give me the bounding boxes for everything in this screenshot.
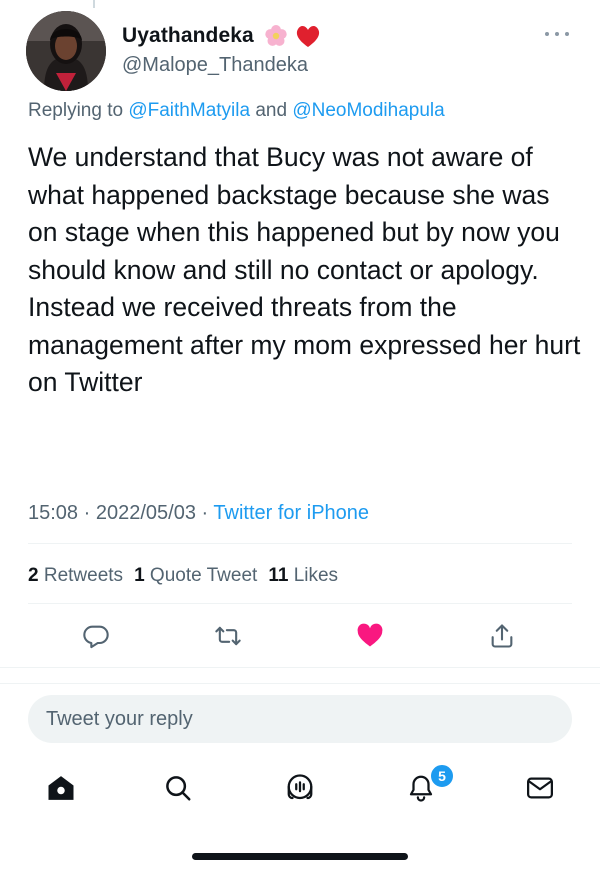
divider: [28, 543, 572, 544]
retweets-count: 2: [28, 565, 39, 586]
tweet-text: We understand that Bucy was not aware of…: [28, 142, 581, 397]
tab-messages[interactable]: [522, 770, 558, 806]
reply-user-link[interactable]: @NeoModihapula: [292, 100, 444, 121]
tweet-date[interactable]: 2022/05/03: [96, 502, 196, 524]
home-icon: [48, 776, 74, 800]
avatar[interactable]: [26, 11, 106, 91]
replying-to-prefix: Replying to: [28, 100, 124, 121]
replying-to-connector: and: [255, 100, 288, 121]
reply-user-link[interactable]: @FaithMatyila: [128, 100, 250, 121]
tweet-meta: 15:08 · 2022/05/03 · Twitter for iPhone: [28, 502, 369, 525]
likes-label: Likes: [293, 565, 339, 586]
quotes-label: Quote Tweet: [149, 565, 258, 586]
like-button[interactable]: [352, 618, 388, 654]
retweet-icon: [215, 626, 241, 646]
more-icon[interactable]: [542, 28, 572, 40]
thread-connector-line: [93, 0, 95, 8]
heart-icon: [357, 623, 383, 647]
tab-spaces[interactable]: [282, 770, 318, 806]
author-display-name[interactable]: Uyathandeka: [122, 24, 254, 48]
reply-input[interactable]: [28, 695, 546, 743]
search-icon: [166, 776, 191, 801]
meta-separator: ·: [201, 502, 209, 524]
quotes-count: 1: [134, 565, 145, 586]
reply-composer[interactable]: [28, 695, 572, 743]
tab-search[interactable]: [160, 770, 196, 806]
author-handle[interactable]: @Malope_Thandeka: [122, 54, 308, 77]
comment-icon: [83, 625, 109, 649]
cherry-blossom-icon: [265, 25, 287, 46]
share-icon: [491, 624, 513, 648]
divider: [0, 667, 600, 668]
name-emojis: [265, 25, 320, 48]
tab-home[interactable]: [43, 770, 79, 806]
tweet-time[interactable]: 15:08: [28, 502, 78, 524]
home-indicator: [192, 853, 408, 860]
replying-to: Replying to @FaithMatyila and @NeoModiha…: [28, 100, 445, 122]
divider: [28, 603, 572, 604]
retweets-label: Retweets: [43, 565, 124, 586]
red-heart-icon: [296, 26, 320, 48]
tweet-stats: 2 Retweets 1 Quote Tweet 11 Likes: [28, 565, 338, 587]
retweets-stat[interactable]: 2 Retweets: [28, 565, 123, 586]
retweet-button[interactable]: [210, 618, 246, 654]
reply-button[interactable]: [78, 618, 114, 654]
tweet-source-link[interactable]: Twitter for iPhone: [213, 502, 369, 524]
likes-count: 11: [268, 565, 289, 586]
meta-separator: ·: [83, 502, 91, 524]
spaces-icon: [287, 774, 313, 800]
divider: [0, 683, 600, 684]
share-button[interactable]: [484, 618, 520, 654]
messages-icon: [527, 777, 553, 799]
likes-stat[interactable]: 11 Likes: [268, 565, 338, 586]
notifications-badge: 5: [429, 763, 455, 789]
quotes-stat[interactable]: 1 Quote Tweet: [134, 565, 257, 586]
